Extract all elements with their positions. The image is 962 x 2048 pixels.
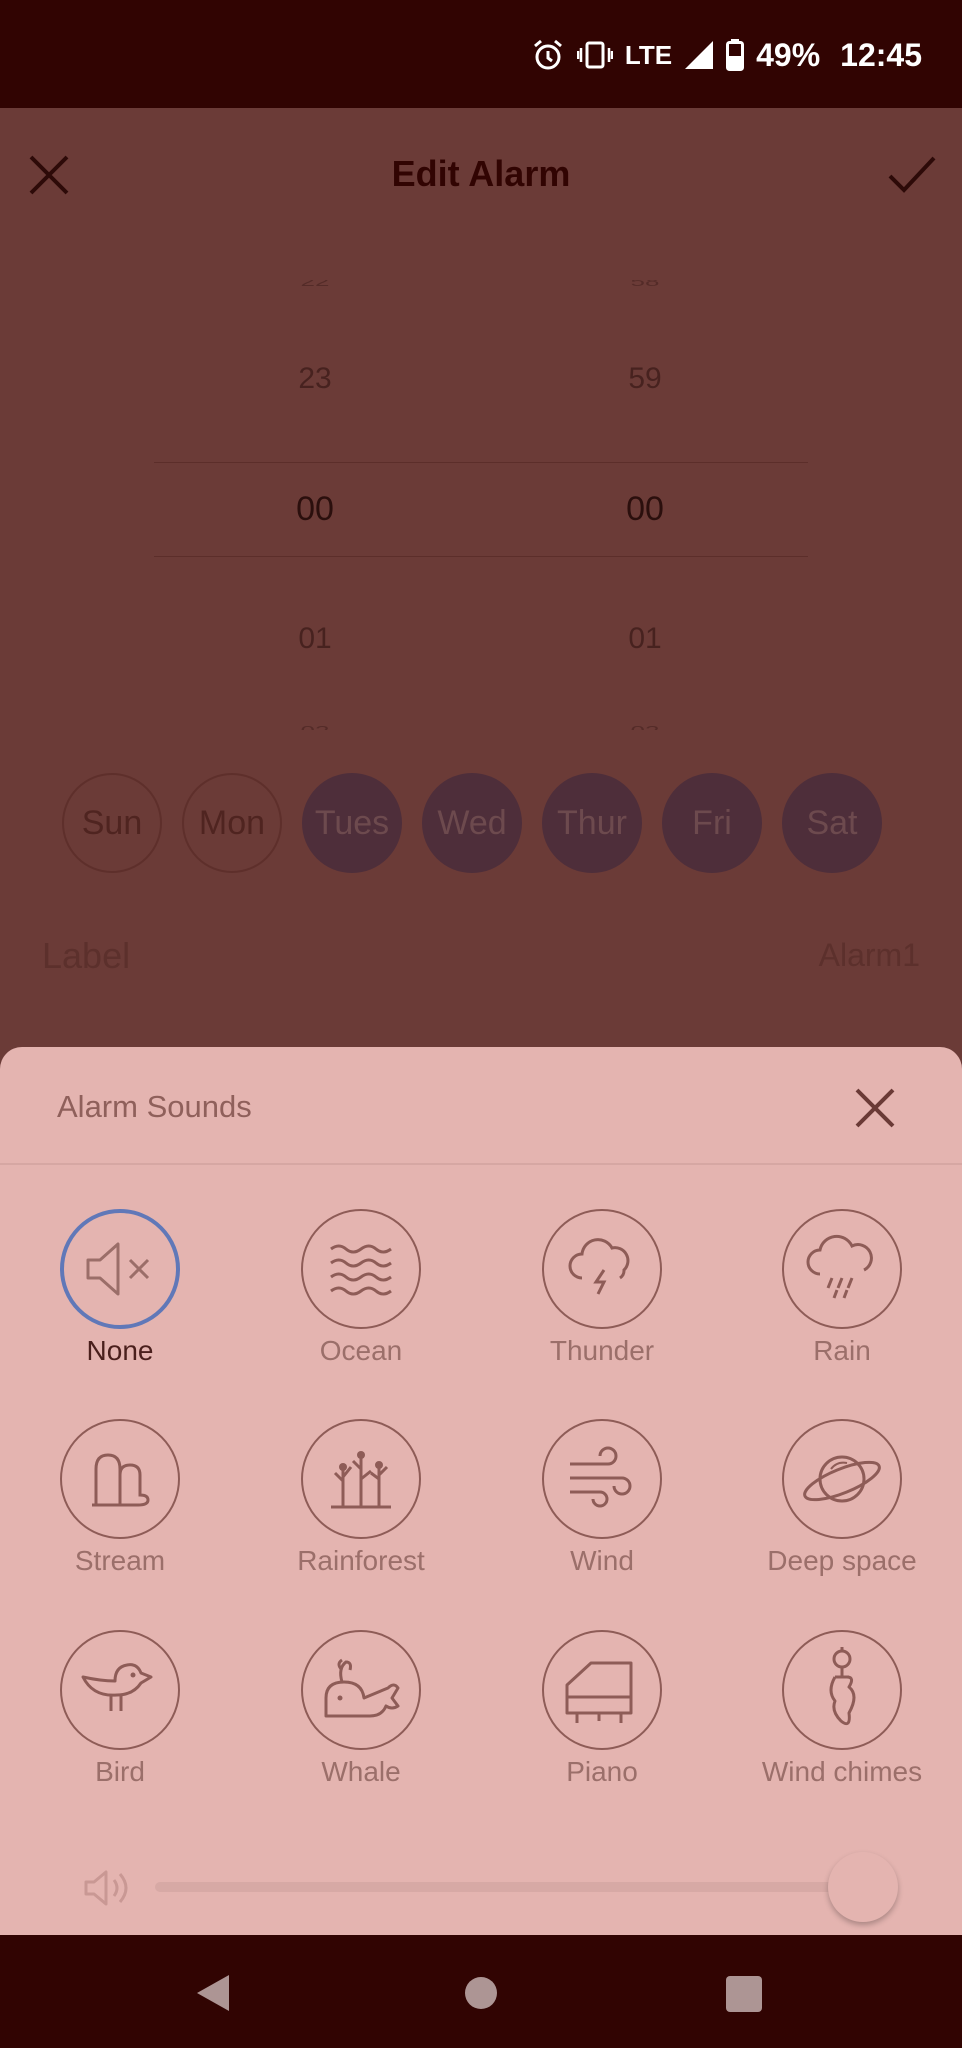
app-bar: Edit Alarm	[0, 108, 962, 240]
vibrate-icon	[576, 41, 613, 69]
volume-slider-track[interactable]	[155, 1882, 890, 1892]
stream-icon	[60, 1419, 180, 1539]
trees-icon	[301, 1419, 421, 1539]
selection-line-bottom	[154, 556, 808, 557]
selection-line-top	[154, 462, 808, 463]
day-toggle-sat[interactable]: Sat	[782, 773, 882, 873]
close-icon[interactable]	[852, 1085, 898, 1131]
sheet-title: Alarm Sounds	[57, 1089, 252, 1124]
day-selector: Sun Mon Tues Wed Thur Fri Sat	[62, 773, 912, 873]
minute-selected: 00	[626, 490, 664, 528]
divider	[0, 1163, 962, 1165]
home-icon[interactable]	[465, 1977, 497, 2009]
hour-value: 23	[298, 362, 332, 395]
sound-label: None	[86, 1335, 154, 1366]
day-toggle-tues[interactable]: Tues	[302, 773, 402, 873]
sound-option-whale[interactable]: Whale	[261, 1630, 461, 1788]
planet-icon	[782, 1419, 902, 1539]
check-icon[interactable]	[886, 150, 938, 200]
sound-option-rainforest[interactable]: Rainforest	[261, 1419, 461, 1577]
day-toggle-sun[interactable]: Sun	[62, 773, 162, 873]
hour-value: 01	[298, 622, 332, 655]
signal-icon	[685, 41, 714, 69]
sound-option-piano[interactable]: Piano	[502, 1630, 702, 1788]
clock-time: 12:45	[840, 36, 922, 73]
label-caption: Label	[42, 935, 131, 976]
sound-option-bird[interactable]: Bird	[20, 1630, 220, 1788]
sound-option-thunder[interactable]: Thunder	[502, 1209, 702, 1367]
label-value: Alarm1	[818, 937, 920, 973]
bird-icon	[60, 1630, 180, 1750]
sound-option-none[interactable]: None	[20, 1209, 220, 1367]
sound-label: Deep space	[767, 1545, 917, 1576]
sound-label: Whale	[321, 1756, 401, 1787]
sound-label: Wind chimes	[761, 1756, 923, 1787]
piano-icon	[542, 1630, 662, 1750]
volume-icon	[84, 1870, 128, 1906]
sound-option-deep-space[interactable]: Deep space	[742, 1419, 942, 1577]
rain-cloud-icon	[782, 1209, 902, 1329]
minute-value: 01	[628, 622, 662, 655]
day-toggle-wed[interactable]: Wed	[422, 773, 522, 873]
day-toggle-thur[interactable]: Thur	[542, 773, 642, 873]
alarm-clock-icon	[533, 39, 562, 70]
hour-value: 22	[300, 280, 330, 289]
page-title: Edit Alarm	[391, 153, 571, 194]
sound-option-wind[interactable]: Wind	[502, 1419, 702, 1577]
mute-icon	[60, 1209, 180, 1329]
sound-label: Rainforest	[297, 1545, 425, 1576]
minute-value: 58	[630, 280, 660, 289]
sound-option-wind-chimes[interactable]: Wind chimes	[742, 1630, 942, 1788]
recents-icon[interactable]	[726, 1976, 762, 2012]
sound-label: Wind	[570, 1545, 634, 1576]
status-icons: LTE 49% 12:45	[531, 30, 922, 80]
sound-option-ocean[interactable]: Ocean	[261, 1209, 461, 1367]
day-toggle-mon[interactable]: Mon	[182, 773, 282, 873]
hour-value: 02	[215, 723, 415, 730]
time-picker[interactable]: 22 23 00 01 02 58 59 00 01 02	[0, 280, 962, 730]
sound-label: Stream	[74, 1545, 166, 1576]
battery-icon	[726, 39, 745, 71]
battery-percent: 49%	[756, 36, 821, 73]
sound-label: Thunder	[549, 1335, 655, 1366]
network-type-label: LTE	[624, 39, 673, 70]
back-icon[interactable]	[195, 1973, 231, 2013]
wind-chimes-icon	[782, 1630, 902, 1750]
sound-label: Piano	[566, 1756, 638, 1787]
status-bar: LTE 49% 12:45	[0, 0, 962, 108]
thunder-cloud-icon	[542, 1209, 662, 1329]
sound-label: Rain	[813, 1335, 871, 1366]
sound-label: Ocean	[319, 1335, 403, 1366]
day-toggle-fri[interactable]: Fri	[662, 773, 762, 873]
alarm-sounds-sheet: Alarm Sounds None Ocean Thunder Rain Str…	[0, 1047, 962, 1935]
volume-slider-thumb[interactable]	[828, 1852, 898, 1922]
hour-selected: 00	[296, 490, 334, 528]
waves-icon	[301, 1209, 421, 1329]
sound-option-stream[interactable]: Stream	[20, 1419, 220, 1577]
sound-option-rain[interactable]: Rain	[742, 1209, 942, 1367]
whale-icon	[301, 1630, 421, 1750]
minute-value: 59	[628, 362, 662, 395]
navigation-bar	[0, 1935, 962, 2048]
sound-label: Bird	[95, 1756, 145, 1787]
label-row[interactable]: Label Alarm1	[42, 935, 920, 985]
wind-icon	[542, 1419, 662, 1539]
minute-value: 02	[545, 723, 745, 730]
